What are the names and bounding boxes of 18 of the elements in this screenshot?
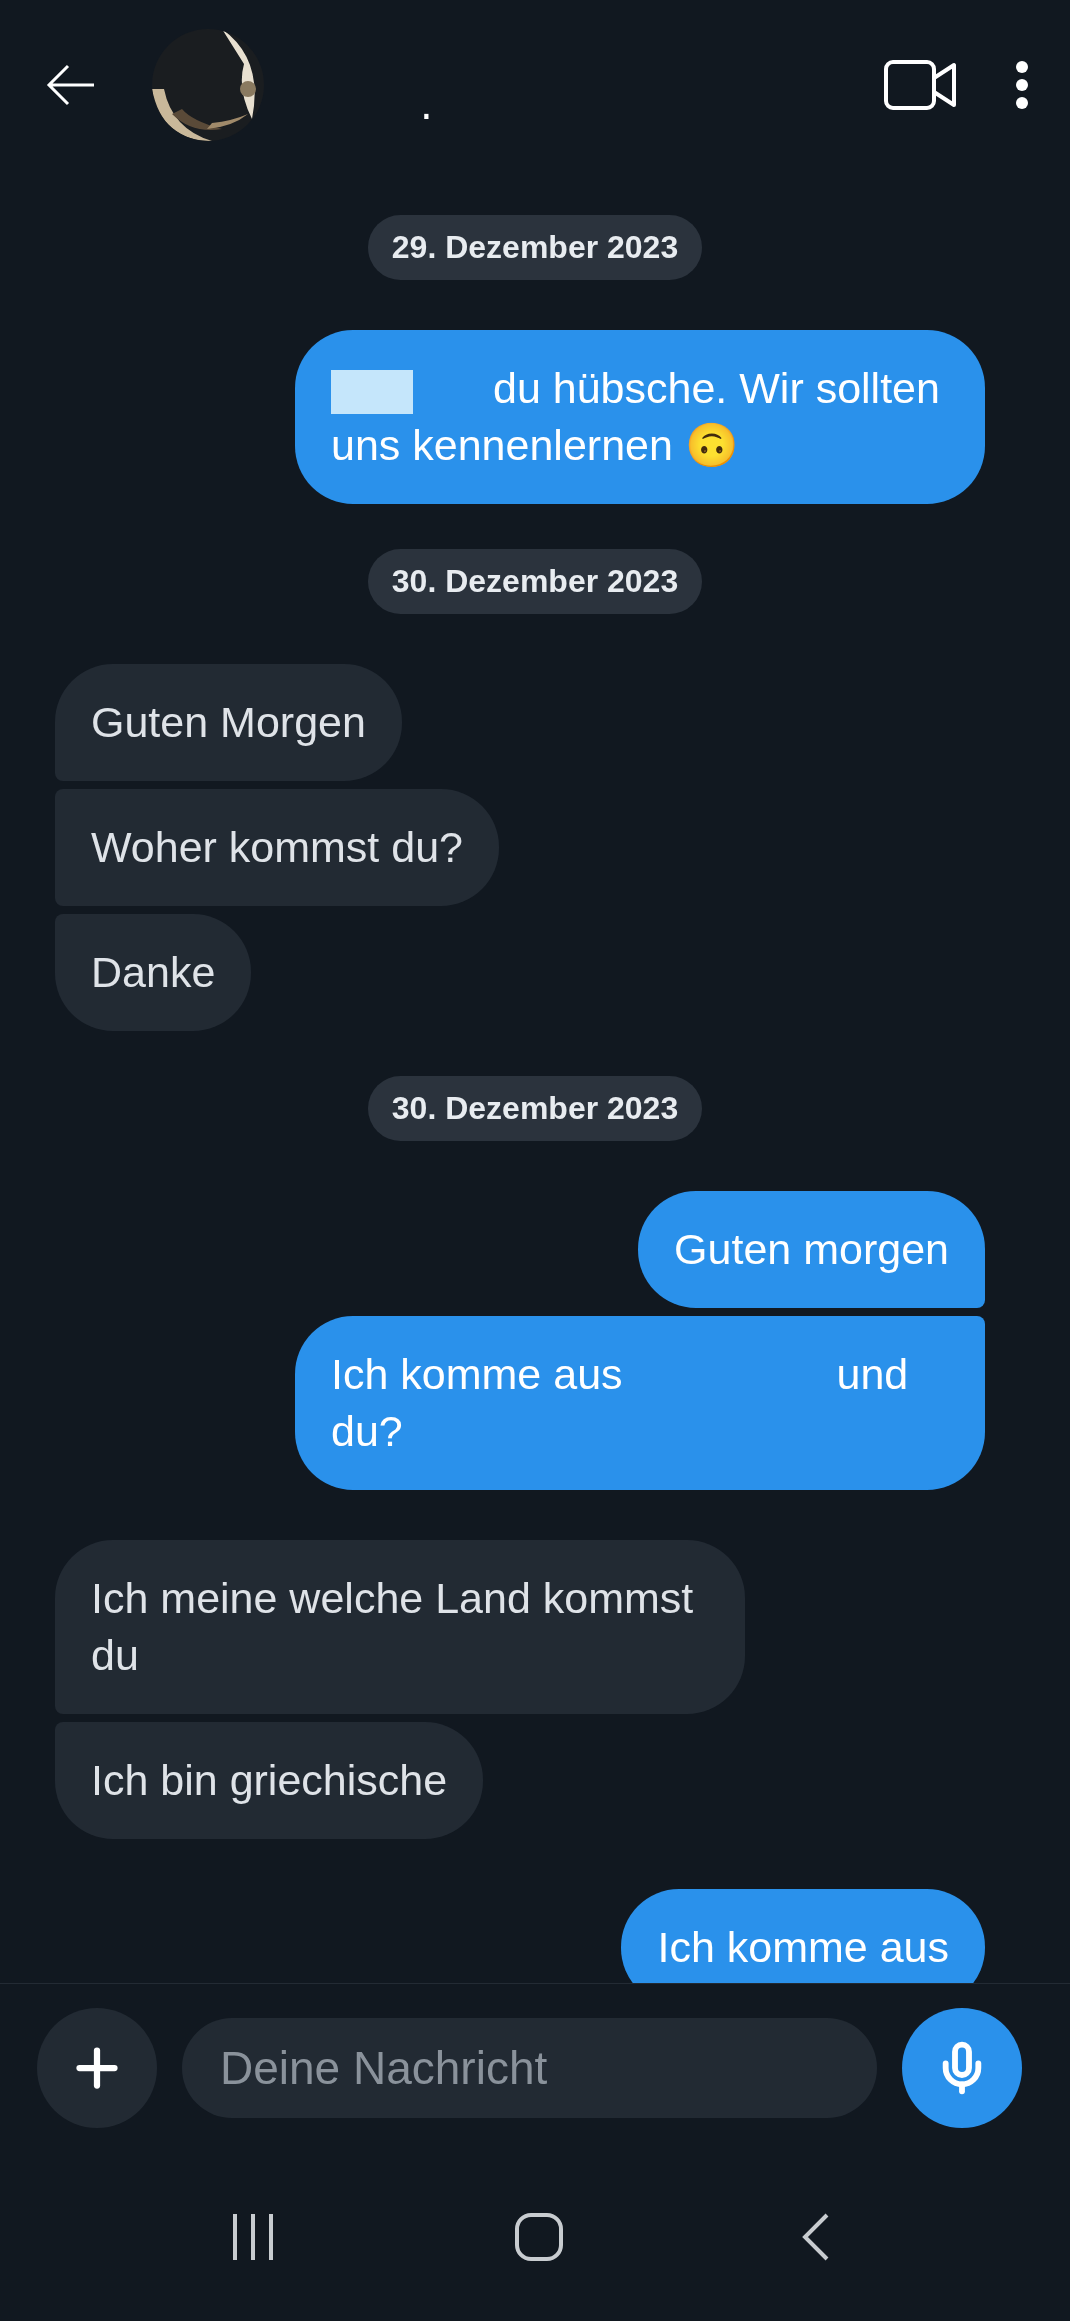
date-separator: 30. Dezember 2023 xyxy=(367,1076,703,1141)
home-button[interactable] xyxy=(514,2211,564,2262)
message-bubble: Woher kommst du? xyxy=(55,789,499,906)
date-separator: 30. Dezember 2023 xyxy=(367,549,703,614)
message-bubble: Ich meine welche Land kommst du xyxy=(55,1540,745,1714)
video-call-button[interactable] xyxy=(884,60,958,110)
message-bubble: Ich komme aus xyxy=(621,1889,985,1983)
message-bubble: du hübsche. Wir sollten uns kennenlernen 🙃 xyxy=(295,330,985,504)
message-input-field[interactable]: Deine Nachricht xyxy=(182,2018,877,2118)
message-bubble: Ich komme aus und du? xyxy=(295,1316,985,1490)
date-separator: 29. Dezember 2023 xyxy=(367,215,703,280)
back-button[interactable] xyxy=(46,63,96,107)
message-bubble: Guten morgen xyxy=(638,1191,985,1308)
message-bubble: Ich bin griechische xyxy=(55,1722,484,1839)
message-bubble: Guten Morgen xyxy=(55,664,402,781)
more-options-button[interactable] xyxy=(1014,60,1030,110)
message-bubble: Danke xyxy=(55,914,252,1031)
contact-name: . xyxy=(420,82,434,128)
